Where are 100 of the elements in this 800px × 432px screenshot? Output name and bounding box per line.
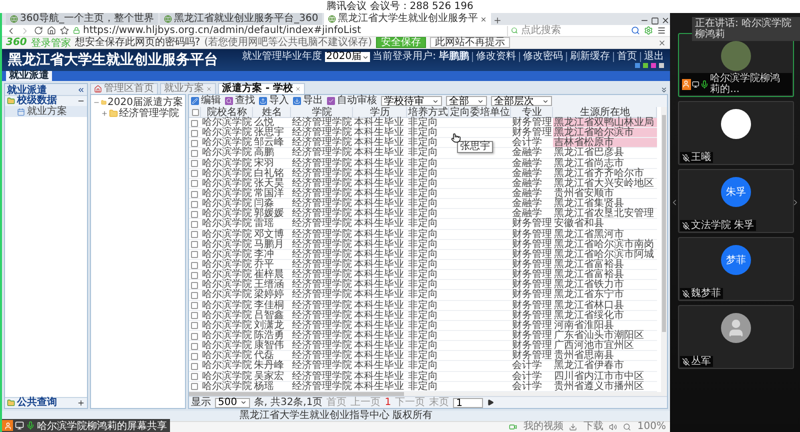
checkbox[interactable] [191, 322, 198, 330]
theme-swatch[interactable] [651, 63, 656, 68]
checkbox[interactable] [191, 220, 198, 228]
column-header[interactable]: 专业 [511, 107, 553, 118]
star-icon[interactable] [60, 26, 69, 35]
browser-tab[interactable]: 360导航_一个主页，整个世界 [6, 13, 158, 25]
tree-item[interactable]: 2020届派遣方案 [108, 98, 183, 108]
next-icon[interactable] [791, 198, 800, 207]
checkbox[interactable] [191, 282, 198, 289]
tree-item[interactable]: 经济管理学院 [119, 108, 179, 118]
checkbox[interactable] [191, 150, 198, 157]
header-link[interactable]: 修改资料 [472, 52, 516, 62]
toolbar-button[interactable]: 导出 [293, 96, 323, 106]
filter-select[interactable]: 全部层次 [491, 96, 552, 106]
column-header[interactable]: 生源所在地 [553, 107, 657, 118]
theme-swatch[interactable] [643, 63, 648, 68]
checkbox[interactable] [191, 231, 198, 238]
address-field[interactable]: https://www.hljbys.org.cn/admin/default/index#jinfoList [73, 26, 503, 36]
vertical-scrollbar[interactable] [661, 107, 667, 392]
checkbox[interactable] [191, 262, 198, 269]
video-icon[interactable] [509, 423, 518, 431]
panel-tab[interactable]: 就业方案 [160, 83, 216, 94]
checkbox[interactable] [191, 373, 198, 380]
sidebar-section[interactable]: 校级数据 [5, 95, 87, 106]
expander-icon[interactable] [101, 110, 108, 117]
column-header[interactable]: 学院 [291, 107, 353, 118]
header-link[interactable]: 刷新缓存 [566, 52, 610, 62]
checkbox[interactable] [191, 332, 198, 340]
checkbox[interactable] [191, 241, 198, 248]
header-link[interactable]: 退出 [640, 52, 664, 62]
menu-icon[interactable] [657, 26, 666, 35]
checkbox[interactable] [191, 383, 198, 390]
filter-select[interactable]: 全部 [446, 96, 487, 106]
header-link[interactable]: 修改密码 [519, 52, 563, 62]
browser-tab[interactable]: 黑龙江省大学生就业创业服务平 [324, 13, 492, 25]
checkbox[interactable] [191, 342, 198, 350]
horizontal-scrollbar[interactable] [189, 392, 667, 396]
go-icon[interactable] [487, 399, 494, 406]
checkbox[interactable] [191, 190, 198, 198]
page-size-select[interactable]: 500 [215, 398, 250, 408]
close-icon[interactable] [295, 86, 302, 92]
column-header[interactable]: 学历 [353, 107, 407, 118]
close-icon[interactable] [661, 16, 670, 25]
toolbar-button[interactable]: 自动审核 [327, 96, 377, 106]
checkbox[interactable] [191, 272, 198, 279]
prompt-button[interactable]: 此网站不再提示 [430, 37, 510, 48]
close-icon[interactable] [480, 16, 488, 22]
download-link[interactable]: 下载 [583, 422, 604, 432]
reload-icon[interactable] [34, 26, 43, 35]
checkbox[interactable] [191, 251, 198, 258]
toolbar-button[interactable]: 导入 [259, 96, 289, 106]
sidebar-section[interactable]: 公共查询 [5, 397, 87, 408]
checkbox[interactable] [191, 140, 198, 147]
theme-swatch[interactable] [659, 63, 664, 68]
checkbox[interactable] [191, 312, 198, 320]
zoom-icon[interactable] [623, 423, 632, 431]
panel-tab[interactable]: 管理区首页 [90, 83, 158, 94]
filter-select[interactable]: 学校待审 [381, 96, 442, 106]
expander-icon[interactable] [93, 99, 100, 106]
column-header[interactable]: 院校名称 [201, 107, 253, 118]
toolbar-button[interactable]: 查找 [225, 96, 255, 106]
sidebar-item[interactable]: 就业方案 [5, 106, 87, 117]
checkbox[interactable] [191, 130, 198, 137]
toolbar-button[interactable]: 编辑 [191, 96, 221, 106]
home-icon[interactable] [47, 26, 56, 35]
header-link[interactable]: 首页 [613, 52, 637, 62]
panel-tab[interactable]: 派遣方案 - 学校 [218, 83, 306, 94]
close-icon[interactable] [658, 38, 666, 46]
checkbox[interactable] [191, 180, 198, 188]
column-header[interactable]: 培养方式 [407, 107, 449, 118]
checkbox[interactable] [191, 352, 198, 360]
volume-icon[interactable] [609, 423, 618, 431]
checkbox[interactable] [191, 120, 198, 127]
checkbox[interactable] [191, 210, 198, 218]
tab-menu-icon[interactable] [660, 86, 668, 94]
column-header[interactable]: 姓名 [253, 107, 291, 118]
checkbox[interactable] [191, 362, 198, 370]
checkbox[interactable] [191, 292, 198, 299]
my-video-link[interactable]: 我的视频 [523, 422, 564, 432]
checkbox[interactable] [191, 160, 198, 168]
search-icon[interactable] [631, 26, 640, 35]
collapse-icon[interactable] [77, 86, 85, 94]
theme-swatch[interactable] [635, 63, 640, 68]
maximize-icon[interactable] [651, 17, 659, 25]
previous-icon[interactable] [670, 198, 679, 207]
nav-tab[interactable]: 就业派遣 [6, 71, 52, 81]
checkbox[interactable] [191, 302, 198, 310]
new-tab-icon[interactable] [493, 16, 502, 25]
search-field[interactable]: 点此搜索 [507, 26, 627, 36]
checkbox[interactable] [191, 170, 198, 178]
settings-icon[interactable] [644, 26, 653, 35]
browser-tab[interactable]: 黑龙江省就业创业服务平台_360 [160, 13, 322, 25]
zoom-level[interactable]: 100% [637, 422, 666, 432]
checkbox[interactable] [191, 200, 198, 208]
checkbox[interactable] [192, 109, 198, 116]
column-header[interactable]: 定向委培单位 [449, 107, 511, 118]
download-icon[interactable] [569, 423, 578, 431]
current-page-link[interactable]: 1 [384, 398, 392, 408]
year-select[interactable]: 2020届 [325, 52, 370, 62]
page-input[interactable]: 1 [453, 398, 484, 408]
